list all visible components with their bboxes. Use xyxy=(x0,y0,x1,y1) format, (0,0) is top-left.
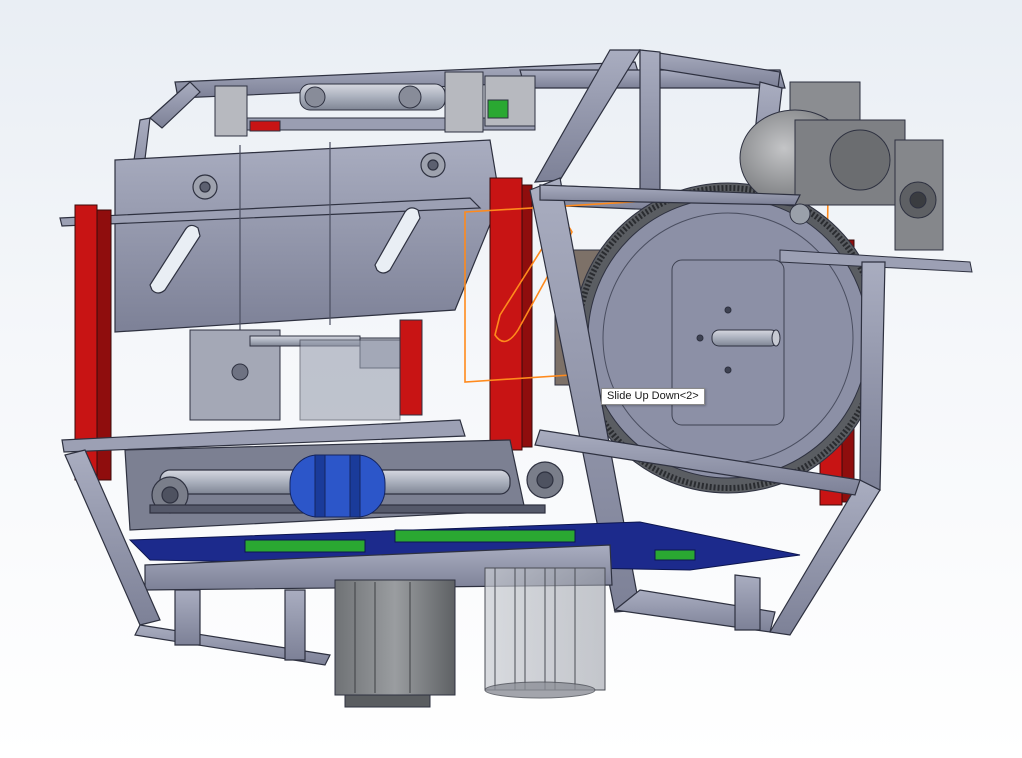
part-tooltip: Slide Up Down<2> xyxy=(601,388,705,405)
center-red-column[interactable] xyxy=(489,177,533,451)
shaft-coupling[interactable] xyxy=(289,454,386,518)
slide-plate[interactable] xyxy=(59,139,501,333)
center-mechanism[interactable] xyxy=(189,319,423,421)
pneumatic-cylinder-left[interactable] xyxy=(334,579,456,708)
cad-graphics-area[interactable]: Slide Up Down<2> xyxy=(0,0,1022,758)
cad-assembly-model[interactable] xyxy=(0,0,1022,758)
pneumatic-cylinder-right[interactable] xyxy=(484,567,606,699)
